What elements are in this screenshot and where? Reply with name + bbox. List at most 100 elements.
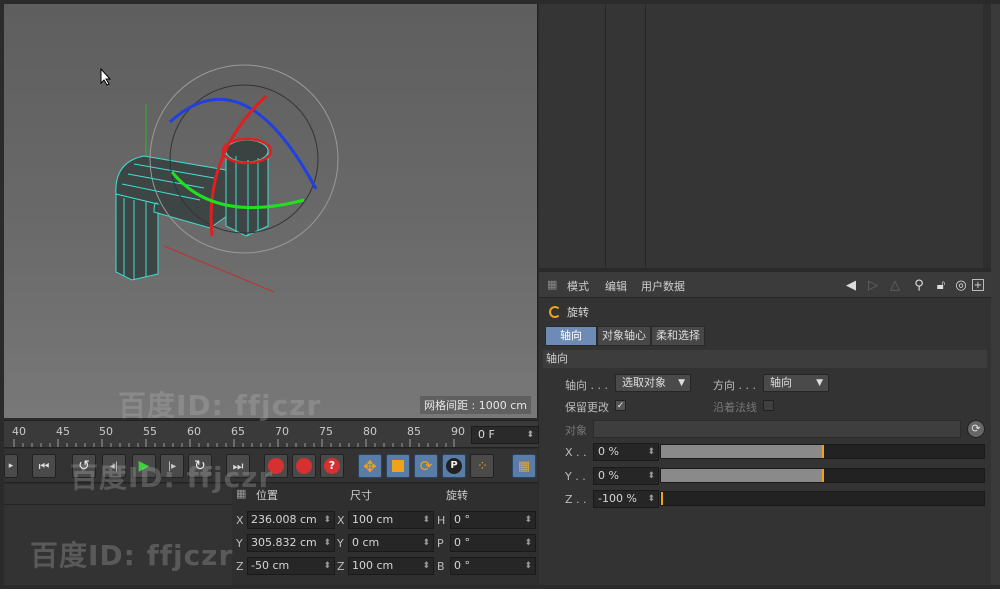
autokey-icon — [296, 458, 312, 474]
right-dock-edge — [991, 4, 1000, 585]
grid-spacing-readout: 网格间距 : 1000 cm — [420, 396, 531, 414]
position-y-value: 305.832 cm — [251, 536, 317, 549]
z-value-field[interactable]: -100 % ⬍ — [593, 490, 659, 508]
rotation-h-value: 0 ° — [454, 513, 470, 526]
current-frame-field[interactable]: 0 F ⬍ — [471, 426, 539, 444]
size-header: 尺寸 — [350, 489, 372, 502]
object-name: 旋转 — [567, 306, 589, 319]
axis-dropdown[interactable]: 选取对象 ▼ — [615, 374, 691, 392]
watermark: 百度ID: ffjczr — [118, 389, 322, 422]
help-key-icon: ? — [324, 458, 340, 474]
position-x-value: 236.008 cm — [251, 513, 317, 526]
tab-axis[interactable]: 轴向 — [545, 326, 597, 346]
size-x-value: 100 cm — [352, 513, 394, 526]
size-axis-label: X — [337, 514, 345, 527]
pick-object-icon[interactable]: ⟳ — [967, 420, 985, 438]
position-y-field[interactable]: 305.832 cm ⬍ — [247, 534, 335, 552]
size-y-field[interactable]: 0 cm ⬍ — [348, 534, 434, 552]
size-z-field[interactable]: 100 cm ⬍ — [348, 557, 434, 575]
back-arrow-icon[interactable]: ◀ — [843, 277, 859, 293]
rotation-h-field[interactable]: 0 ° ⬍ — [450, 511, 536, 529]
spinner-icon[interactable]: ⬍ — [526, 427, 534, 443]
attribute-menubar: ▦ 模式 编辑 用户数据 ◀ ▷ △ ⚲ 🔓︎ ◎ + — [539, 272, 991, 298]
search-icon[interactable]: ⚲ — [911, 277, 927, 293]
x-slider-handle[interactable] — [822, 445, 824, 458]
forward-arrow-icon[interactable]: ▷ — [865, 277, 881, 293]
tick-label: 55 — [143, 425, 157, 438]
y-slider-handle[interactable] — [822, 469, 824, 482]
up-arrow-icon[interactable]: △ — [887, 277, 903, 293]
z-slider[interactable] — [660, 491, 985, 506]
rotation-key-button[interactable]: ⟳ — [414, 454, 438, 478]
x-value-field[interactable]: 0 % ⬍ — [593, 443, 659, 461]
pos-axis-label: Z — [236, 560, 244, 573]
chevron-down-icon: ▼ — [816, 378, 823, 388]
tick-label: 90 — [451, 425, 465, 438]
drag-handle-icon[interactable]: ▦ — [547, 278, 557, 291]
y-value-field[interactable]: 0 % ⬍ — [593, 467, 659, 485]
size-z-value: 100 cm — [352, 559, 394, 572]
chevron-down-icon: ▼ — [678, 378, 685, 388]
previous-frame-partial-button[interactable]: ▸ — [4, 454, 18, 478]
go-to-start-button[interactable]: ⏮ — [32, 454, 56, 478]
x-slider[interactable] — [660, 444, 985, 459]
z-slider-handle[interactable] — [661, 492, 663, 505]
lock-icon[interactable]: 🔓︎ — [933, 277, 949, 293]
along-normal-checkbox[interactable] — [763, 400, 774, 411]
pos-axis-label: X — [236, 514, 244, 527]
timeline[interactable]: 40 45 50 55 60 65 70 75 80 85 90 0 F ⬍ — [4, 420, 539, 448]
tick-label: 80 — [363, 425, 377, 438]
object-link-field[interactable] — [593, 420, 961, 438]
point-level-key-button[interactable]: ⁘ — [470, 454, 494, 478]
target-icon[interactable]: ◎ — [953, 277, 969, 293]
pipe-mesh — [115, 139, 269, 281]
move-icon: ✥ — [363, 456, 377, 476]
tab-soft-selection[interactable]: 柔和选择 — [651, 326, 705, 346]
menu-edit[interactable]: 编辑 — [605, 278, 627, 294]
y-slider[interactable] — [660, 468, 985, 483]
rotation-b-value: 0 ° — [454, 559, 470, 572]
position-z-field[interactable]: -50 cm ⬍ — [247, 557, 335, 575]
timeline-ruler — [13, 439, 455, 447]
menu-user-data[interactable]: 用户数据 — [641, 278, 685, 294]
position-z-value: -50 cm — [251, 559, 290, 572]
tick-label: 65 — [231, 425, 245, 438]
y-label: Y . . — [565, 470, 586, 483]
x-slider-fill — [661, 445, 823, 458]
film-icon: ▦ — [517, 458, 531, 474]
tick-label: 75 — [319, 425, 333, 438]
object-manager-scrollbar[interactable] — [983, 4, 991, 268]
position-key-button[interactable]: ✥ — [358, 454, 382, 478]
autokey-button[interactable] — [292, 454, 316, 478]
menu-mode[interactable]: 模式 — [567, 278, 589, 294]
keep-changes-label: 保留更改 — [565, 401, 609, 414]
timeline-window-button[interactable]: ▦ — [512, 454, 536, 478]
rotate-deformer-icon — [549, 306, 561, 318]
rotation-b-field[interactable]: 0 ° ⬍ — [450, 557, 536, 575]
new-panel-icon[interactable]: + — [972, 279, 984, 291]
rot-axis-label: H — [437, 514, 446, 527]
keyframe-selection-button[interactable]: ? — [320, 454, 344, 478]
y-value: 0 % — [598, 469, 619, 482]
scale-key-button[interactable] — [386, 454, 410, 478]
section-header[interactable]: 轴向 — [543, 350, 987, 368]
parameter-key-button[interactable]: P — [442, 454, 466, 478]
size-x-field[interactable]: 100 cm ⬍ — [348, 511, 434, 529]
keep-changes-checkbox[interactable]: ✓ — [615, 400, 626, 411]
column-divider — [605, 4, 606, 268]
current-frame-value: 0 F — [478, 428, 495, 441]
pos-axis-label: Y — [236, 537, 243, 550]
x-label: X . . — [565, 446, 587, 459]
rot-axis-label: B — [437, 560, 445, 573]
tab-object-axis[interactable]: 对象轴心 — [597, 326, 651, 346]
object-manager[interactable] — [539, 4, 991, 268]
rotation-header: 旋转 — [446, 489, 468, 502]
parameter-icon: P — [446, 458, 462, 474]
position-x-field[interactable]: 236.008 cm ⬍ — [247, 511, 335, 529]
direction-dropdown[interactable]: 轴向 ▼ — [763, 374, 829, 392]
column-divider — [645, 4, 646, 268]
tick-label: 60 — [187, 425, 201, 438]
tick-label: 40 — [12, 425, 26, 438]
rotation-p-field[interactable]: 0 ° ⬍ — [450, 534, 536, 552]
3d-viewport[interactable]: 网格间距 : 1000 cm — [4, 4, 538, 418]
